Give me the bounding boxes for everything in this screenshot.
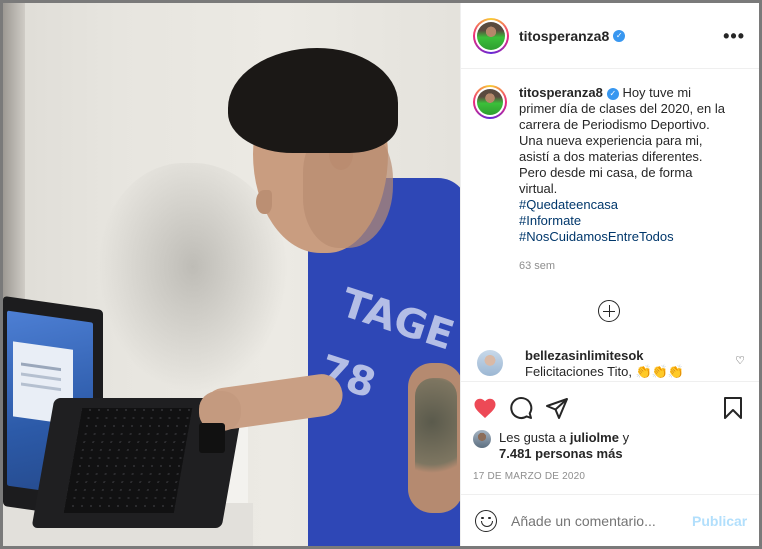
caption-avatar[interactable] xyxy=(473,85,507,119)
commenter-avatar-image xyxy=(477,350,503,376)
bookmark-icon[interactable] xyxy=(721,396,745,420)
likes-count[interactable]: 7.481 personas más xyxy=(499,446,623,461)
photo-hair xyxy=(228,48,398,153)
comment-item: bellezasinlimitesok Felicitaciones Tito,… xyxy=(473,346,745,380)
caption-username[interactable]: titosperanza8 xyxy=(519,85,603,100)
post-photo[interactable]: TAGE 78 xyxy=(3,3,460,546)
photo-keyboard xyxy=(63,408,193,513)
caption-body: titosperanza8 ✓ Hoy tuve mi primer día de… xyxy=(519,85,729,274)
photo-tattoo xyxy=(415,378,457,488)
comments-list[interactable]: titosperanza8 ✓ Hoy tuve mi primer día de… xyxy=(461,69,759,381)
author-username[interactable]: titosperanza8 xyxy=(519,28,609,44)
heart-filled-icon[interactable] xyxy=(473,396,497,420)
more-options-icon[interactable]: ••• xyxy=(723,27,745,45)
likes-connector: y xyxy=(622,430,630,445)
hashtag-link[interactable]: #Informate xyxy=(519,213,729,229)
likes-summary[interactable]: Les gusta a juliolme y 7.481 personas má… xyxy=(473,430,745,462)
liker-avatar xyxy=(473,430,491,448)
hashtag-link[interactable]: #Quedateencasa xyxy=(519,197,729,213)
emoji-icon[interactable] xyxy=(475,509,497,532)
author-avatar[interactable] xyxy=(473,17,509,54)
caption-row: titosperanza8 ✓ Hoy tuve mi primer día de… xyxy=(473,85,745,274)
commenter-username[interactable]: bellezasinlimitesok xyxy=(525,348,735,364)
caption-avatar-image xyxy=(477,89,503,115)
commenter-avatar-border xyxy=(475,348,505,378)
post-side-panel: titosperanza8 ✓ ••• titosperanza8 ✓ Hoy t… xyxy=(460,3,759,546)
verified-badge-icon: ✓ xyxy=(606,88,619,100)
add-circle-icon[interactable] xyxy=(598,300,620,322)
caption-timestamp[interactable]: 63 sem xyxy=(519,258,729,274)
author-avatar-border xyxy=(475,19,507,52)
add-comment-bar: Publicar xyxy=(461,494,759,546)
post-header: titosperanza8 ✓ ••• xyxy=(461,3,759,69)
heart-outline-icon[interactable]: ♡ xyxy=(735,354,745,367)
caption-text: Hoy tuve mi primer día de clases del 202… xyxy=(519,85,725,196)
action-icons xyxy=(473,388,745,428)
verified-badge-icon: ✓ xyxy=(613,29,626,42)
publish-button[interactable]: Publicar xyxy=(692,513,747,529)
post-actions: Les gusta a juliolme y 7.481 personas má… xyxy=(461,381,759,494)
commenter-avatar[interactable] xyxy=(473,346,507,380)
likes-text: Les gusta a juliolme y 7.481 personas má… xyxy=(499,430,629,462)
load-more-comments[interactable] xyxy=(473,300,745,322)
likes-prefix: Les gusta a xyxy=(499,430,567,445)
caption-avatar-border xyxy=(475,87,505,117)
comment-input[interactable] xyxy=(511,512,692,529)
comment-icon[interactable] xyxy=(509,396,533,420)
comment-text: Felicitaciones Tito, 👏👏👏 xyxy=(525,364,685,379)
liked-by-username[interactable]: juliolme xyxy=(570,430,619,445)
share-icon[interactable] xyxy=(545,396,569,420)
hashtag-link[interactable]: #NosCuidamosEntreTodos xyxy=(519,229,729,245)
photo-card-reader xyxy=(199,423,225,453)
post-date[interactable]: 17 DE MARZO DE 2020 xyxy=(473,471,745,482)
author-avatar-image xyxy=(477,21,505,50)
post-modal: TAGE 78 titosperanza8 ✓ ••• titosperanza… xyxy=(3,3,759,546)
comment-body: bellezasinlimitesok Felicitaciones Tito,… xyxy=(525,348,735,380)
photo-nose xyxy=(256,190,272,214)
